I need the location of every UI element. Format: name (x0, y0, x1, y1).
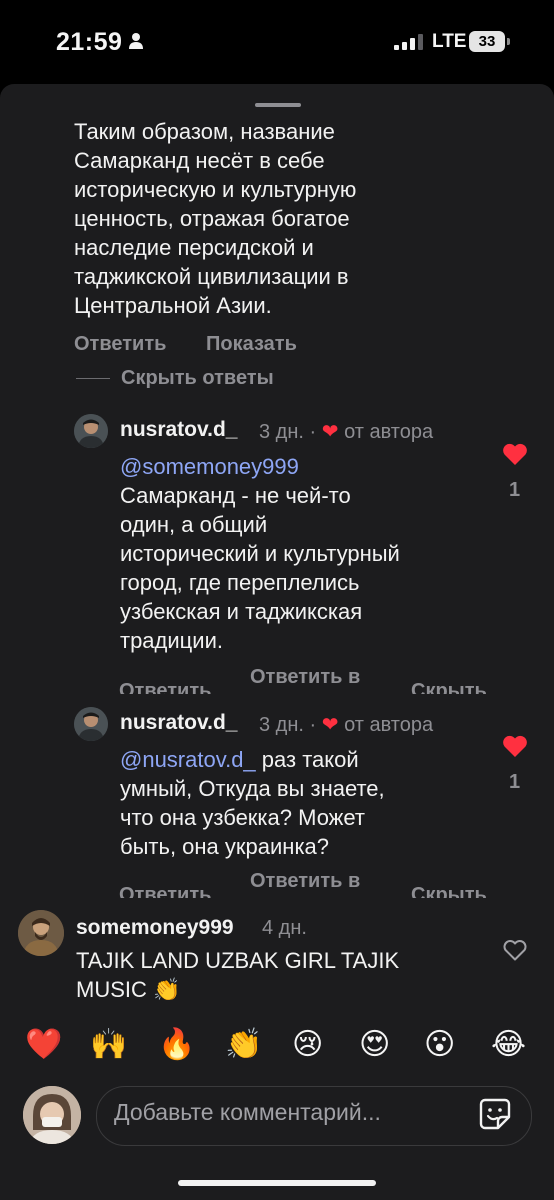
avatar[interactable] (18, 910, 64, 956)
heart-outline-icon[interactable] (502, 938, 528, 962)
battery-tip (507, 38, 510, 45)
battery-icon: 33 (469, 31, 513, 52)
replies-divider (76, 378, 110, 379)
reply-text-start: раз такой (255, 747, 359, 772)
heart-icon[interactable] (502, 442, 528, 466)
status-time: 21:59 (56, 28, 123, 56)
comment-age: 4 дн. (262, 917, 307, 939)
reaction-laughing[interactable]: 😂 (491, 1025, 526, 1065)
parent-comment-text: Таким образом, название Самарканд несёт … (74, 119, 357, 318)
avatar-photo (18, 910, 64, 956)
reaction-raised-hands[interactable]: 🙌 (90, 1025, 127, 1065)
reaction-heart[interactable]: ❤️ (25, 1025, 62, 1065)
reply-button[interactable]: Ответить (119, 884, 211, 898)
reply-meta: 3 дн. · ❤ от автора (259, 712, 433, 737)
reaction-clap[interactable]: 👏 (225, 1025, 262, 1065)
reply-text: Самарканд - не чей-то один, а общий исто… (120, 483, 400, 653)
sheet-grabber[interactable] (255, 103, 301, 107)
hide-button[interactable]: Скрыть (411, 884, 487, 898)
reply-button[interactable]: Ответить (119, 680, 211, 694)
reply-age: 3 дн. (259, 421, 304, 443)
author-badge: от автора (344, 421, 434, 443)
reply-meta: 3 дн. · ❤ от автора (259, 419, 433, 444)
meta-dot: · (309, 421, 317, 443)
signal-icon (394, 34, 423, 50)
avatar-photo (23, 1086, 81, 1144)
avatar-photo (74, 707, 108, 741)
reply-username[interactable]: nusratov.d_ (120, 711, 237, 735)
network-type: LTE (432, 31, 467, 52)
avatar[interactable] (23, 1086, 81, 1144)
avatar[interactable] (74, 414, 108, 448)
avatar-photo (74, 414, 108, 448)
hide-replies-button[interactable]: Скрыть ответы (121, 367, 274, 390)
mention-username[interactable]: @somemoney999 (120, 454, 299, 479)
sticker-icon[interactable] (478, 1097, 512, 1131)
home-indicator (178, 1180, 376, 1186)
mention-username[interactable]: @nusratov.d_ (120, 747, 256, 772)
heart-icon: ❤ (321, 714, 339, 736)
comment-username[interactable]: somemoney999 (76, 916, 234, 940)
heart-icon[interactable] (502, 734, 528, 758)
reaction-crying[interactable]: 😢 (292, 1025, 323, 1065)
author-badge: от автора (344, 714, 434, 736)
reply-in-button[interactable]: Ответить в (250, 666, 360, 689)
reply-actions: Ответить Ответить в Скрыть (100, 870, 520, 898)
reply-in-button[interactable]: Ответить в (250, 870, 360, 893)
meta-dot: · (309, 714, 317, 736)
hide-button[interactable]: Скрыть (411, 680, 487, 694)
comment-input-placeholder[interactable]: Добавьте комментарий... (114, 1099, 381, 1126)
reaction-surprised[interactable]: 😮 (424, 1025, 455, 1065)
heart-icon: ❤ (321, 421, 339, 443)
show-translation-button[interactable]: Показать (206, 333, 297, 356)
like-count: 1 (509, 771, 521, 793)
person-icon (129, 33, 143, 49)
reply-button[interactable]: Ответить (74, 333, 166, 356)
battery-level: 33 (469, 31, 505, 52)
mention-link[interactable]: @somemoney999 (120, 452, 299, 481)
like-count: 1 (509, 479, 521, 501)
reply-text: умный, Откуда вы знаете, что она узбекка… (120, 776, 385, 859)
quick-reactions-bar (0, 1014, 554, 1080)
avatar[interactable] (74, 707, 108, 741)
comment-text: TAJIK LAND UZBAK GIRL TAJIK MUSIC 👏 (76, 948, 400, 1002)
reply-username[interactable]: nusratov.d_ (120, 418, 237, 442)
reply-age: 3 дн. (259, 714, 304, 736)
reply-text-first-line: @nusratov.d_ раз такой (120, 745, 500, 774)
status-bar: 21:59 LTE 33 (0, 0, 554, 84)
reaction-fire[interactable]: 🔥 (158, 1025, 195, 1065)
reply-actions: Ответить Ответить в Скрыть (100, 666, 520, 694)
reaction-heart-eyes[interactable]: 😍 (359, 1025, 390, 1065)
